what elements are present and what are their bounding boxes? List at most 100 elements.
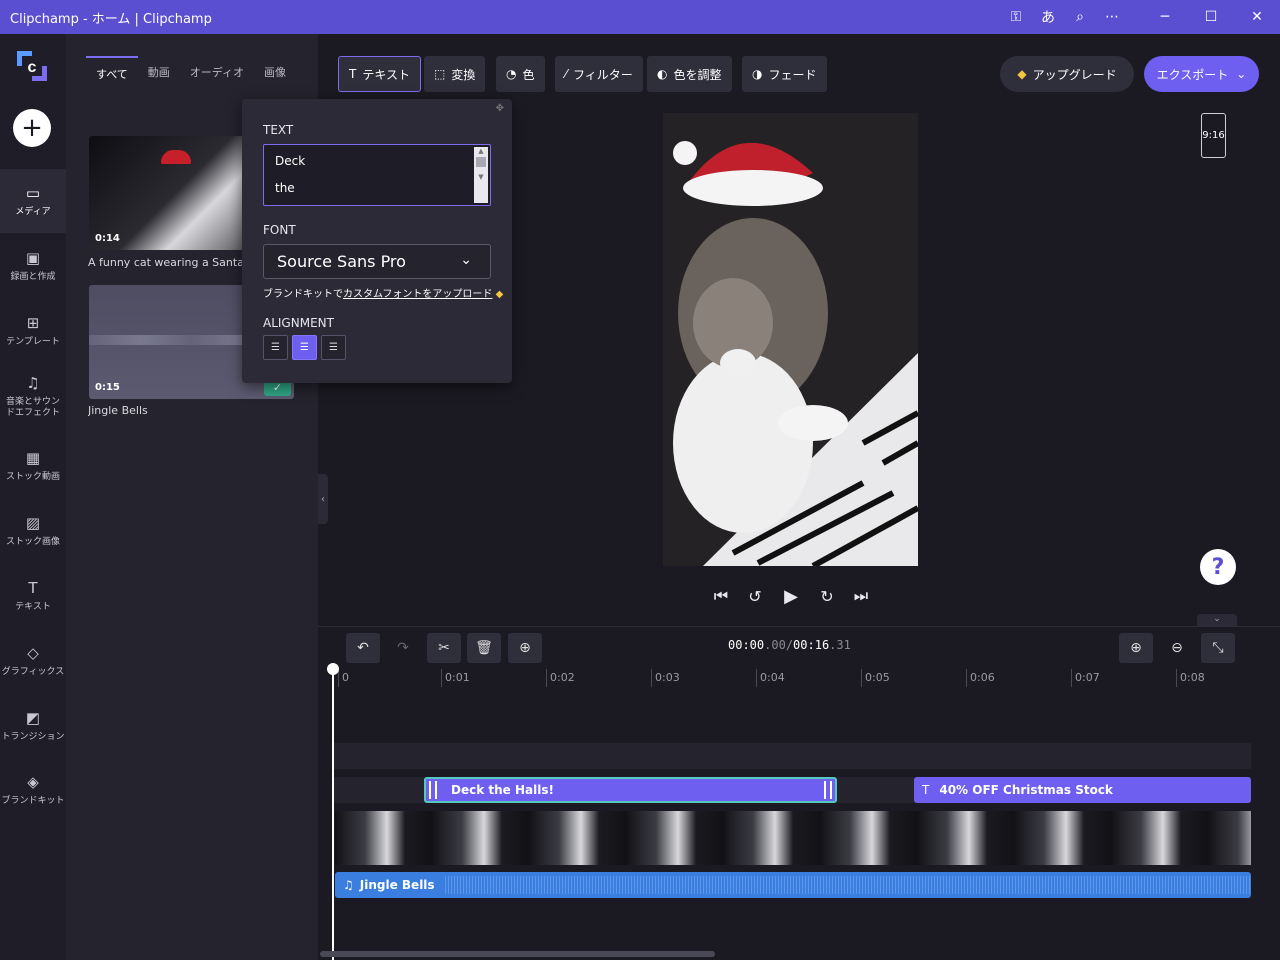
svg-text:c: c — [28, 59, 37, 76]
split-button[interactable]: ✂ — [427, 633, 461, 663]
minimize-button[interactable]: ─ — [1142, 0, 1188, 34]
aspect-ratio-button[interactable]: 9:16 — [1201, 113, 1226, 158]
nav-label: 録画と作成 — [10, 272, 56, 282]
fit-timeline-button[interactable]: ⤡ — [1201, 633, 1235, 663]
ruler-label: 0:02 — [546, 669, 575, 687]
empty-track — [334, 743, 1251, 769]
close-button[interactable]: ✕ — [1234, 0, 1280, 34]
zoom-in-button[interactable]: ⊕ — [1119, 633, 1153, 663]
nav-label: トランジション — [1, 732, 65, 742]
undo-button[interactable]: ↶ — [346, 633, 380, 663]
scroll-up-icon[interactable]: ▲ — [474, 147, 488, 155]
scroll-down-icon[interactable]: ▼ — [474, 173, 488, 181]
nav-item-media[interactable]: ▭ メディア — [0, 169, 66, 233]
playhead[interactable] — [332, 668, 334, 960]
align-center-button[interactable]: ☰ — [292, 335, 317, 360]
folder-icon: ▭ — [25, 184, 41, 202]
text-heading: TEXT — [263, 123, 294, 137]
palette-icon: ◔ — [506, 67, 517, 81]
text-tool-button[interactable]: T テキスト — [338, 56, 421, 92]
fade-icon: ◑ — [752, 67, 763, 81]
audio-clip[interactable]: ♫ Jingle Bells — [335, 872, 1251, 898]
film-icon: ▦ — [25, 449, 41, 467]
rewind-5-icon[interactable]: ↺ — [744, 584, 766, 608]
skip-forward-icon[interactable]: ⏭ — [850, 584, 872, 608]
nav-label: ストック動画 — [5, 472, 60, 482]
transform-button[interactable]: ⬚ 変換 — [424, 56, 486, 92]
nav-item-transitions[interactable]: ◩ トランジション — [0, 694, 66, 758]
nav-item-text[interactable]: T テキスト — [0, 564, 66, 628]
transition-icon: ◩ — [25, 709, 41, 727]
nav-item-graphics[interactable]: ◇ グラフィックス — [0, 629, 66, 693]
nav-item-stock-video[interactable]: ▦ ストック動画 — [0, 434, 66, 498]
text-clip-christmas-stock[interactable]: T 40% OFF Christmas Stock — [914, 777, 1251, 803]
video-clip[interactable] — [335, 811, 1251, 865]
font-select[interactable]: Source Sans Pro ⌄ — [263, 244, 491, 279]
add-media-button[interactable]: + — [13, 109, 51, 147]
more-icon[interactable]: ⋯ — [1096, 0, 1128, 34]
nav-item-record[interactable]: ▣ 録画と作成 — [0, 234, 66, 298]
delete-button[interactable]: 🗑 — [467, 633, 501, 663]
ruler-label: 0:03 — [651, 669, 680, 687]
crop-icon: ⬚ — [434, 67, 446, 81]
gem-icon: ◆ — [1017, 67, 1027, 81]
nav-item-brand-kit[interactable]: ◈ ブランドキット — [0, 758, 66, 822]
window-title: Clipchamp - ホーム | Clipchamp — [10, 11, 212, 27]
export-button[interactable]: エクスポート ⌄ — [1144, 56, 1259, 92]
adjust-color-button[interactable]: ◐ 色を調整 — [647, 56, 732, 92]
key-icon[interactable]: ⚿ — [1000, 0, 1032, 34]
gem-icon: ◆ — [495, 289, 504, 300]
redo-button[interactable]: ↷ — [386, 633, 420, 663]
fade-button[interactable]: ◑ フェード — [742, 56, 827, 92]
align-left-button[interactable]: ☰ — [263, 335, 288, 360]
color-button[interactable]: ◔ 色 — [496, 56, 545, 92]
drag-handle-icon[interactable]: ✥ — [496, 103, 504, 114]
add-media-timeline-button[interactable]: ⊕ — [508, 633, 542, 663]
text-input[interactable]: Deck the ▲ ▼ — [263, 144, 491, 206]
nav-item-templates[interactable]: ⊞ テンプレート — [0, 299, 66, 363]
upload-font-link[interactable]: カスタムフォントをアップロード — [343, 289, 492, 300]
tab-all[interactable]: すべて — [86, 56, 138, 90]
title-bar: Clipchamp - ホーム | Clipchamp ⚿ あ ⌕ ⋯ ─ ☐ … — [0, 0, 1280, 34]
maximize-button[interactable]: ☐ — [1188, 0, 1234, 34]
textarea-scrollbar[interactable]: ▲ ▼ — [474, 147, 488, 203]
align-right-button[interactable]: ☰ — [321, 335, 346, 360]
left-nav: c + ▭ メディア ▣ 録画と作成 ⊞ テンプレート ♫ 音楽とサウンドエフェ… — [0, 34, 66, 960]
clip-trim-handle[interactable] — [429, 781, 437, 799]
clip-trim-handle[interactable] — [824, 781, 832, 799]
nav-label: テキスト — [15, 602, 51, 612]
nav-item-music[interactable]: ♫ 音楽とサウンドエフェクト — [0, 364, 66, 428]
filter-button[interactable]: ⁄ フィルター — [555, 56, 643, 92]
zoom-icon[interactable]: ⌕ — [1064, 0, 1096, 34]
help-icon[interactable]: ? — [1200, 549, 1236, 585]
translate-icon[interactable]: あ — [1032, 0, 1064, 34]
duration-label: 0:15 — [95, 382, 120, 393]
align-left-icon: ☰ — [271, 342, 280, 353]
timeline-scrollbar[interactable] — [320, 951, 715, 957]
media-tabs: すべて 動画 オーディオ 画像 — [86, 56, 296, 90]
zoom-out-button[interactable]: ⊖ — [1160, 633, 1194, 663]
video-preview[interactable] — [663, 113, 918, 566]
tab-images[interactable]: 画像 — [254, 56, 296, 90]
current-time-frac: .00 — [764, 638, 786, 652]
text-clip-label: 40% OFF Christmas Stock — [939, 783, 1113, 797]
tab-video[interactable]: 動画 — [138, 56, 180, 90]
wand-icon: ⁄ — [565, 67, 568, 81]
clipchamp-logo: c — [17, 51, 47, 81]
text-clip-deck-the-halls[interactable]: Deck the Halls! — [424, 777, 837, 803]
scroll-thumb[interactable] — [476, 157, 486, 167]
collapse-panel-button[interactable]: ‹ — [318, 474, 328, 524]
brand-kit-note: ブランドキットでカスタムフォントをアップロード ◆ — [263, 285, 503, 300]
tab-audio[interactable]: オーディオ — [180, 56, 254, 90]
play-icon[interactable]: ▶ — [780, 584, 802, 608]
chevron-down-icon[interactable]: ⌄ — [1197, 614, 1237, 626]
forward-5-icon[interactable]: ↻ — [816, 584, 838, 608]
nav-item-stock-images[interactable]: ▨ ストック画像 — [0, 499, 66, 563]
duration-label: 0:14 — [95, 233, 120, 244]
nav-label: メディア — [15, 207, 51, 217]
color-label: 色 — [522, 67, 535, 82]
skip-back-icon[interactable]: ⏮ — [710, 584, 732, 608]
align-right-icon: ☰ — [329, 342, 338, 353]
upgrade-button[interactable]: ◆ アップグレード — [1000, 56, 1134, 92]
brand-prefix: ブランドキットで — [263, 289, 343, 300]
